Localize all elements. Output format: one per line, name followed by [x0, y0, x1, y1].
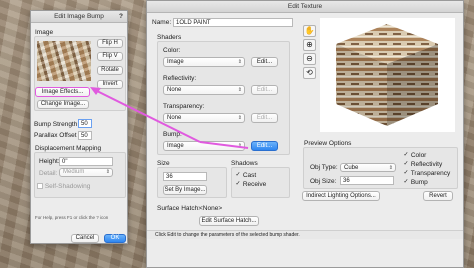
edit-texture-dialog: Edit Texture Name: 1OLD PAINT Shaders Co…: [146, 0, 464, 268]
set-by-image-button[interactable]: Set By Image...: [163, 185, 207, 195]
flip-v-button[interactable]: Flip V: [97, 52, 123, 61]
change-image-button[interactable]: Change Image...: [37, 100, 89, 109]
obj-size-label: Obj Size:: [310, 178, 337, 185]
edit-texture-title: Edit Texture: [287, 3, 323, 10]
flip-h-button[interactable]: Flip H: [97, 39, 123, 48]
bump-select[interactable]: Image ⇕: [163, 141, 245, 151]
bump-strength-field[interactable]: 50: [78, 119, 92, 128]
hand-icon[interactable]: ✋: [303, 25, 316, 37]
help-text: For Help, press F1 or click the ? icon: [35, 215, 109, 220]
chevron-updown-icon: ⇕: [237, 115, 242, 121]
receive-checkbox[interactable]: ✓ Receive: [235, 181, 266, 188]
shaders-label: Shaders: [157, 34, 182, 41]
rotate-button[interactable]: Rotate: [97, 66, 123, 75]
status-bar: Click Edit to change the parameters of t…: [147, 230, 463, 239]
image-effects-button[interactable]: Image Effects...: [35, 87, 90, 97]
preview-bump-label: Bump: [410, 179, 428, 186]
surface-hatch-value: <None>: [199, 205, 223, 212]
name-label: Name:: [152, 19, 172, 26]
zoom-out-icon[interactable]: ⊖: [303, 53, 316, 65]
edit-texture-titlebar: Edit Texture: [147, 1, 463, 13]
checkmark-icon: ✓: [235, 181, 241, 188]
preview-transparency-label: Transparency: [410, 170, 451, 177]
reflectivity-select-value: None: [167, 87, 182, 93]
color-label: Color:: [163, 47, 181, 54]
preview-reflectivity-label: Reflectivity: [410, 161, 443, 168]
chevron-updown-icon: ⇕: [237, 87, 242, 93]
texture-preview[interactable]: [320, 18, 455, 132]
invert-button[interactable]: Invert: [97, 80, 123, 89]
transparency-select-value: None: [167, 115, 182, 121]
size-label: Size: [157, 160, 170, 167]
name-field[interactable]: 1OLD PAINT: [173, 18, 293, 27]
receive-label: Receive: [242, 181, 267, 188]
bump-select-value: Image: [167, 143, 184, 149]
checkbox-icon: [37, 183, 43, 190]
cancel-button[interactable]: Cancel: [71, 234, 99, 243]
obj-type-select[interactable]: Cube ⇕: [340, 163, 396, 172]
indirect-lighting-options-button[interactable]: Indirect Lighting Options...: [302, 191, 380, 201]
obj-size-field[interactable]: 36: [340, 176, 394, 185]
preview-options-label: Preview Options: [304, 140, 352, 147]
color-select[interactable]: Image ⇕: [163, 57, 245, 67]
ok-button[interactable]: OK: [104, 234, 126, 243]
transparency-edit-button[interactable]: Edit...: [251, 113, 278, 123]
height-field[interactable]: 0": [59, 157, 113, 166]
edit-surface-hatch-button[interactable]: Edit Surface Hatch...: [199, 216, 259, 226]
edit-image-bump-title: Edit Image Bump: [54, 13, 104, 20]
reflectivity-edit-button[interactable]: Edit...: [251, 85, 278, 95]
parallax-offset-field[interactable]: 50: [78, 131, 92, 140]
self-shadowing-label: Self-Shadowing: [44, 183, 91, 190]
image-label: Image: [35, 29, 54, 36]
chevron-updown-icon: ⇕: [388, 165, 393, 171]
detail-select[interactable]: Medium ⇕: [59, 168, 113, 177]
status-text: Click Edit to change the parameters of t…: [155, 232, 300, 238]
reflectivity-select[interactable]: None ⇕: [163, 85, 245, 95]
height-label: Height:: [39, 158, 60, 165]
self-shadowing-checkbox[interactable]: Self-Shadowing: [37, 183, 90, 190]
obj-type-label: Obj Type:: [310, 164, 338, 171]
bump-image-thumbnail: [37, 41, 91, 81]
checkmark-icon: ✓: [403, 161, 409, 168]
detail-select-value: Medium: [63, 169, 85, 175]
help-icon[interactable]: ?: [119, 11, 123, 23]
cube-preview-graphic: [336, 24, 438, 126]
chevron-updown-icon: ⇕: [105, 169, 110, 175]
preview-reflectivity-checkbox[interactable]: ✓ Reflectivity: [403, 161, 442, 168]
displacement-mapping-label: Displacement Mapping: [35, 145, 102, 152]
rotate-view-icon[interactable]: ⟲: [303, 67, 316, 79]
chevron-updown-icon: ⇕: [237, 143, 242, 149]
detail-label: Detail:: [39, 170, 58, 177]
surface-hatch-label: Surface Hatch:: [157, 205, 200, 212]
bump-edit-button[interactable]: Edit...: [251, 141, 278, 151]
checkmark-icon: ✓: [235, 172, 241, 179]
checkmark-icon: ✓: [403, 170, 409, 177]
reflectivity-label: Reflectivity:: [163, 75, 197, 82]
preview-transparency-checkbox[interactable]: ✓ Transparency: [403, 170, 450, 177]
edit-image-bump-titlebar: Edit Image Bump ?: [31, 11, 127, 23]
cast-checkbox[interactable]: ✓ Cast: [235, 172, 256, 179]
obj-type-value: Cube: [344, 165, 359, 171]
size-field[interactable]: 36: [163, 172, 207, 181]
checkmark-icon: ✓: [403, 179, 409, 186]
checkmark-icon: ✓: [403, 152, 409, 159]
bump-label: Bump:: [163, 131, 182, 138]
preview-color-label: Color: [410, 152, 427, 159]
shadows-label: Shadows: [231, 160, 258, 167]
transparency-label: Transparency:: [163, 103, 205, 110]
preview-color-checkbox[interactable]: ✓ Color: [403, 152, 426, 159]
preview-bump-checkbox[interactable]: ✓ Bump: [403, 179, 428, 186]
color-select-value: Image: [167, 59, 184, 65]
cast-label: Cast: [242, 172, 257, 179]
chevron-updown-icon: ⇕: [237, 59, 242, 65]
transparency-select[interactable]: None ⇕: [163, 113, 245, 123]
revert-button[interactable]: Revert: [423, 191, 453, 201]
color-edit-button[interactable]: Edit...: [251, 57, 278, 67]
zoom-in-icon[interactable]: ⊕: [303, 39, 316, 51]
edit-image-bump-dialog: Edit Image Bump ? Image Flip H Flip V Ro…: [30, 10, 128, 244]
